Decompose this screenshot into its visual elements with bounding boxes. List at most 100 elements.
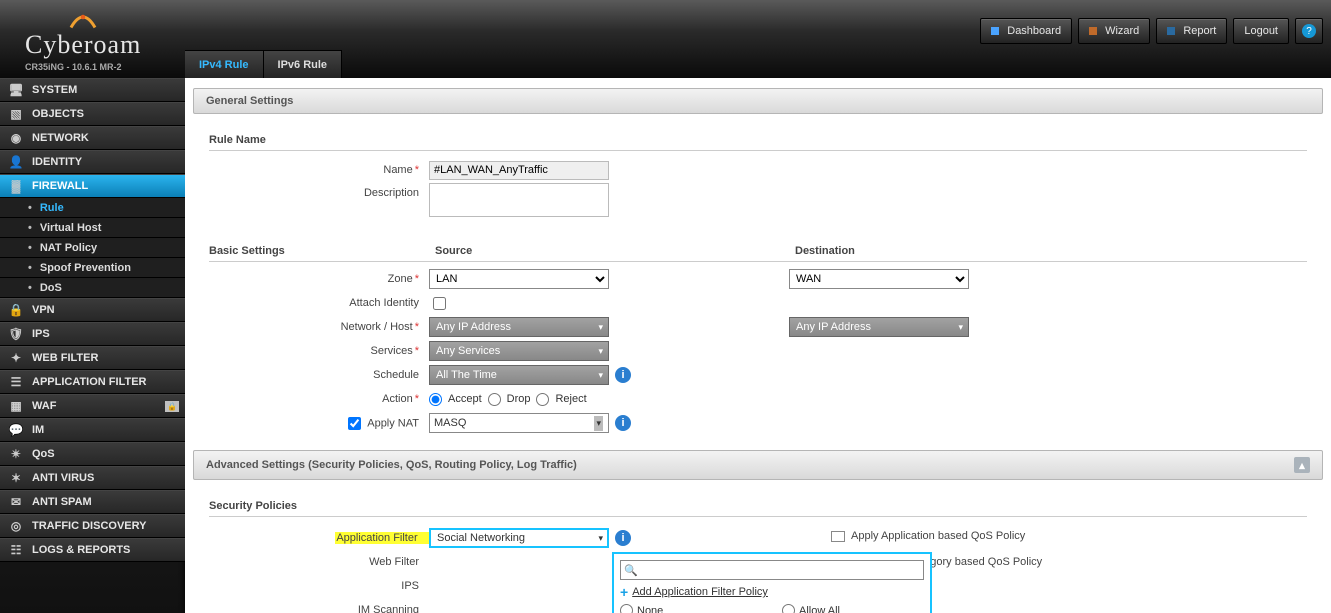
heading-source: Source [429, 241, 789, 261]
group-rulename: Rule Name [209, 130, 1307, 151]
radio-accept[interactable] [429, 393, 442, 406]
tab-ipv4[interactable]: IPv4 Rule [185, 51, 264, 79]
radio-reject-label: Reject [555, 393, 586, 405]
nav-im[interactable]: 💬IM [0, 418, 185, 442]
help-icon: ? [1302, 24, 1316, 38]
nav-antispam[interactable]: ✉ ANTI SPAM [0, 490, 185, 514]
input-name[interactable] [429, 161, 609, 180]
nav-vpn-label: VPN [32, 304, 55, 316]
radio-reject[interactable] [536, 393, 549, 406]
nav-qos-label: QoS [32, 448, 55, 460]
nav-ips[interactable]: 🛡IPS [0, 322, 185, 346]
brand-model: CR35iNG - 10.6.1 MR-2 [25, 62, 141, 72]
radio-drop[interactable] [488, 393, 501, 406]
heading-dest: Destination [789, 241, 855, 261]
multi-services[interactable]: Any Services [429, 341, 609, 361]
dropdown-search: 🔍 [620, 560, 924, 580]
search-icon: 🔍 [621, 564, 641, 577]
label-description: Description [209, 183, 429, 199]
radio-drop-label: Drop [507, 393, 531, 405]
nav-identity[interactable]: 👤IDENTITY [0, 150, 185, 174]
checkbox-applynat[interactable] [348, 417, 361, 430]
nav-webfilter[interactable]: ✦WEB FILTER [0, 346, 185, 370]
waf-badge: 🔒 [165, 401, 179, 412]
select-schedule[interactable]: All The Time [429, 365, 609, 385]
multi-nethost-src[interactable]: Any IP Address [429, 317, 609, 337]
group-secpol: Security Policies [209, 496, 1307, 517]
info-schedule-icon[interactable]: i [615, 367, 631, 383]
report-button[interactable]: Report [1156, 18, 1227, 44]
checkbox-app-qos[interactable] [831, 531, 845, 542]
label-webfilter: Web Filter [209, 556, 429, 568]
nav-antivirus[interactable]: ✶ANTI VIRUS [0, 466, 185, 490]
traffic-icon: ◎ [8, 518, 24, 534]
nav-system[interactable]: 🖥SYSTEM [0, 78, 185, 102]
info-nat-icon[interactable]: i [615, 415, 631, 431]
appfilter-icon: ☰ [8, 374, 24, 390]
collapse-icon[interactable]: ▴ [1294, 457, 1310, 473]
label-nethost: Network / Host* [209, 321, 429, 333]
label-ips: IPS [209, 580, 429, 592]
content: General Settings Rule Name Name* Descrip… [185, 78, 1331, 613]
nav-qos[interactable]: ✴ QoS [0, 442, 185, 466]
multi-nethost-dst[interactable]: Any IP Address [789, 317, 969, 337]
brand-logo: Cyberoam CR35iNG - 10.6.1 MR-2 [25, 10, 141, 72]
qos-icon: ✴ [8, 446, 24, 462]
section-advanced[interactable]: Advanced Settings (Security Policies, Qo… [193, 450, 1323, 480]
nav-vpn[interactable]: 🔒 VPN [0, 298, 185, 322]
nav-traffic[interactable]: ◎TRAFFIC DISCOVERY [0, 514, 185, 538]
nav-firewall[interactable]: ▓FIREWALL [0, 174, 185, 198]
plus-icon: + [620, 584, 628, 600]
label-zone: Zone* [209, 273, 429, 285]
nav-waf-label: WAF [32, 400, 56, 412]
brand-name: Cyberoam [25, 30, 141, 60]
label-appfilter: Application Filter [335, 532, 429, 544]
nav-antispam-label: ANTI SPAM [32, 496, 92, 508]
dropdown-search-input[interactable] [641, 563, 923, 577]
tab-ipv6[interactable]: IPv6 Rule [264, 51, 343, 79]
nav-appfilter[interactable]: ☰APPLICATION FILTER [0, 370, 185, 394]
label-services: Services* [209, 345, 429, 357]
link-add-policy[interactable]: Add Application Filter Policy [632, 586, 768, 598]
antivirus-icon: ✶ [8, 470, 24, 486]
im-icon: 💬 [8, 422, 24, 438]
nav-firewall-rule[interactable]: Rule [0, 198, 185, 218]
label-app-qos: Apply Application based QoS Policy [851, 530, 1025, 542]
tab-bar: IPv4 Rule IPv6 Rule [185, 50, 342, 79]
label-name: Name* [209, 164, 429, 176]
nav-firewall-dos[interactable]: DoS [0, 278, 185, 298]
label-applynat: Apply NAT [209, 414, 429, 433]
radio-accept-label: Accept [448, 393, 482, 405]
nav-firewall-vhost[interactable]: Virtual Host [0, 218, 185, 238]
nav-waf[interactable]: ▦ WAF 🔒 [0, 394, 185, 418]
nav-objects[interactable]: ▧OBJECTS [0, 102, 185, 126]
logs-icon: ☷ [8, 542, 24, 558]
waf-icon: ▦ [8, 398, 24, 414]
select-zone-dst[interactable]: WAN [789, 269, 969, 289]
nav-firewall-spoof[interactable]: Spoof Prevention [0, 258, 185, 278]
network-icon: ◉ [8, 130, 24, 146]
opt-none[interactable] [620, 604, 633, 613]
select-masq[interactable]: MASQ [429, 413, 609, 433]
select-zone-src[interactable]: LAN [429, 269, 609, 289]
dashboard-icon [991, 27, 999, 35]
dashboard-button[interactable]: Dashboard [980, 18, 1072, 44]
nav-firewall-nat[interactable]: NAT Policy [0, 238, 185, 258]
logout-button[interactable]: Logout [1233, 18, 1289, 44]
help-button[interactable]: ? [1295, 18, 1323, 44]
select-appfilter[interactable]: Social Networking [429, 528, 609, 548]
top-buttons: Dashboard Wizard Report Logout ? [980, 18, 1323, 44]
section-advanced-label: Advanced Settings (Security Policies, Qo… [206, 459, 577, 471]
nav-network[interactable]: ◉NETWORK [0, 126, 185, 150]
wizard-button[interactable]: Wizard [1078, 18, 1150, 44]
checkbox-attach-identity[interactable] [433, 297, 446, 310]
nav-ips-label: IPS [32, 328, 50, 340]
opt-allow[interactable] [782, 604, 795, 613]
nav-logs[interactable]: ☷LOGS & REPORTS [0, 538, 185, 562]
antispam-icon: ✉ [8, 494, 24, 510]
nav-identity-label: IDENTITY [32, 156, 82, 168]
input-description[interactable] [429, 183, 609, 217]
report-label: Report [1183, 25, 1216, 37]
info-appfilter-icon[interactable]: i [615, 530, 631, 546]
vpn-icon: 🔒 [8, 302, 24, 318]
